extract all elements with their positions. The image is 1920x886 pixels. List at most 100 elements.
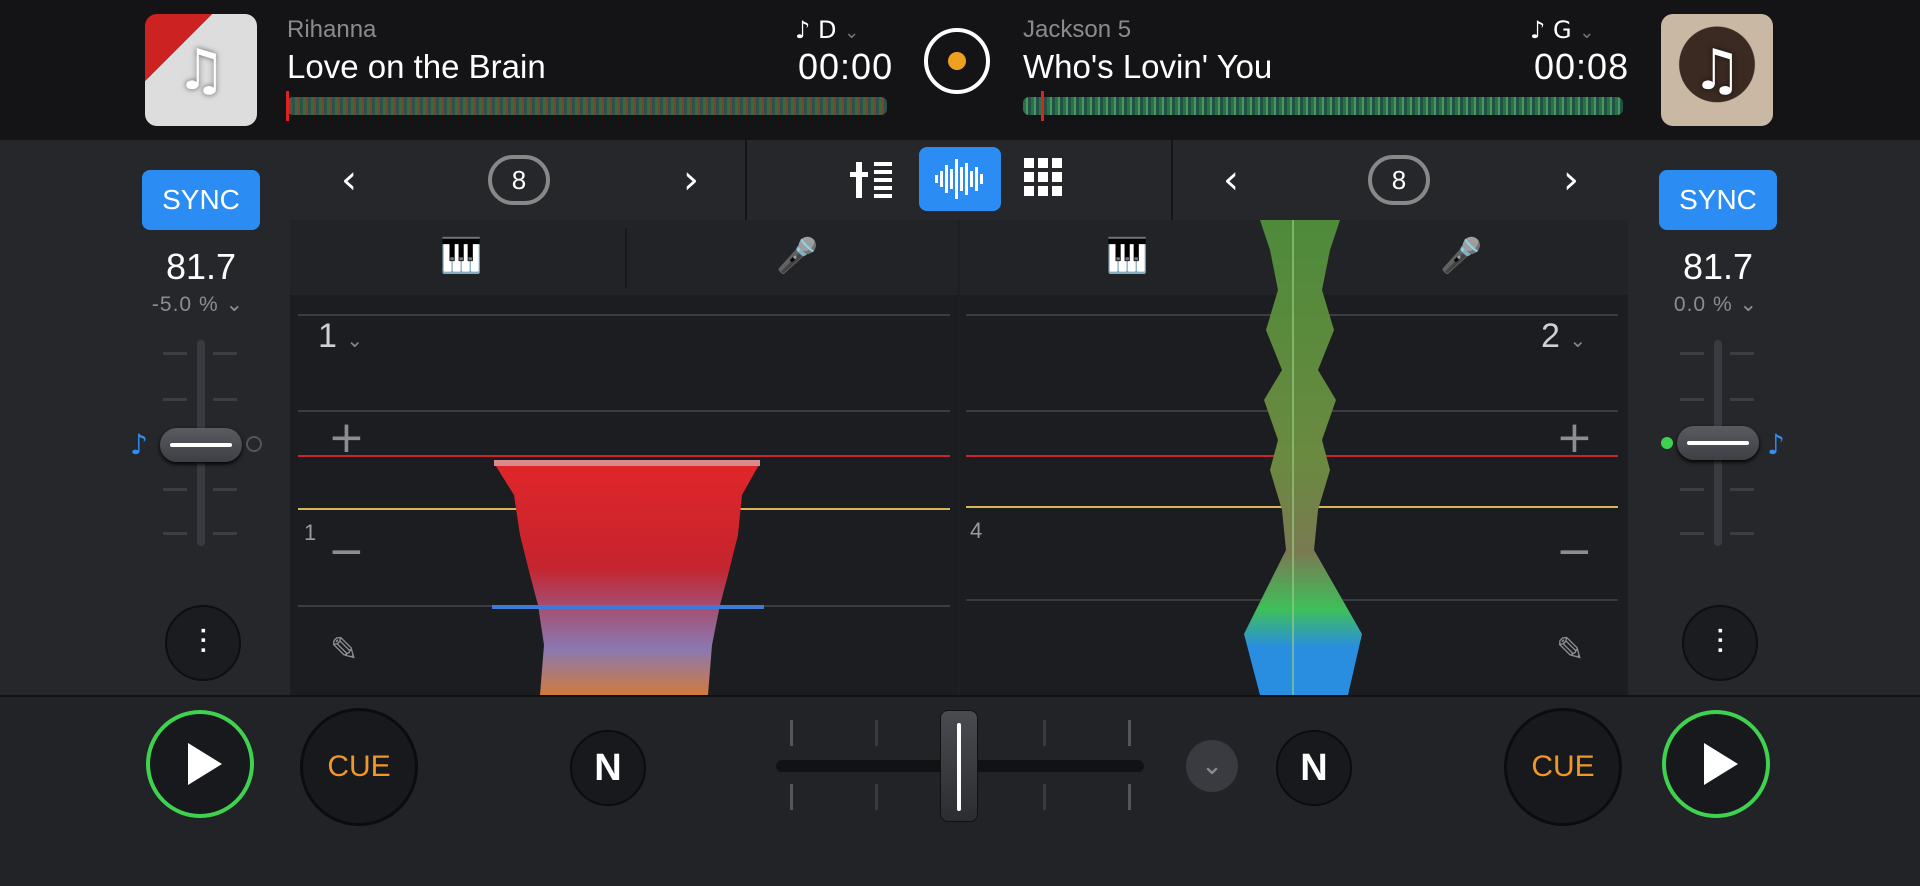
neural-mix-icon: N: [1300, 746, 1328, 789]
deck-a-pitch-value: -5.0 %: [151, 293, 219, 316]
sliders-icon: ⫶: [1715, 623, 1725, 663]
deck-b-next-button[interactable]: ›: [1548, 150, 1594, 210]
deck-a-neural-mix-button[interactable]: N: [570, 730, 646, 806]
play-icon: [1704, 743, 1738, 785]
deck-b-loop-button[interactable]: 8: [1368, 155, 1430, 205]
deck-a-cue-number: 1: [304, 520, 317, 545]
deck-a-loop-button[interactable]: 8: [488, 155, 550, 205]
deck-a-play-button[interactable]: [146, 710, 254, 818]
deck-b-tempo-handle[interactable]: [1677, 426, 1759, 460]
deck-a-pad-row: [290, 220, 958, 295]
mixer-view-button[interactable]: [850, 158, 896, 202]
deck-b-waveform: [1244, 220, 1362, 695]
deck-a-sync-button[interactable]: SYNC: [142, 170, 260, 230]
deck-a-tempo-handle[interactable]: [160, 428, 242, 462]
deck-a-pitch[interactable]: -5.0 % ⌄: [128, 292, 268, 317]
deck-a-album-art[interactable]: ♫: [145, 14, 257, 126]
deck-a-key[interactable]: ♪ D ⌄: [795, 16, 859, 44]
tick: [875, 784, 878, 810]
tick: [875, 720, 878, 746]
tick: [790, 784, 793, 810]
deck-b-cue-number: 4: [970, 518, 983, 543]
grid-view-button[interactable]: [1024, 158, 1064, 198]
deck-b-pitch-indicator: [1661, 437, 1673, 449]
tick: [1730, 398, 1754, 401]
deck-b-zoom-in[interactable]: +: [1556, 412, 1593, 463]
divider: [1171, 140, 1173, 220]
tick: [163, 532, 187, 535]
deck-a-time: 00:00: [798, 46, 894, 87]
chevron-down-icon: ⌄: [346, 330, 364, 352]
tick: [1128, 720, 1131, 746]
tick: [1680, 488, 1704, 491]
key-lock-icon[interactable]: ♪: [1767, 428, 1785, 461]
deck-b-pitch-value: 0.0 %: [1673, 293, 1733, 316]
pencil-icon[interactable]: ✎: [330, 630, 359, 670]
music-note-icon: ♫: [1691, 37, 1743, 103]
tick: [213, 532, 237, 535]
deck-b-loop-size: 8: [1391, 164, 1407, 195]
tick: [213, 488, 237, 491]
crossfader-handle[interactable]: [940, 710, 978, 822]
tick: [213, 398, 237, 401]
tick: [1730, 352, 1754, 355]
deck-b-playhead: [1041, 91, 1044, 121]
deck-b-overview-waveform[interactable]: [1023, 97, 1623, 115]
music-note-icon: ♫: [175, 37, 227, 103]
deck-a-title: Love on the Brain: [287, 48, 546, 85]
tick: [1680, 398, 1704, 401]
deck-b-number-value: 2: [1541, 317, 1560, 355]
deck-b-play-button[interactable]: [1662, 710, 1770, 818]
deck-a-loop-size: 8: [511, 164, 527, 195]
deck-a-overview-waveform[interactable]: [287, 97, 887, 115]
piano-icon[interactable]: 🎹: [440, 236, 482, 276]
deck-b-zoom-out[interactable]: −: [1556, 526, 1593, 577]
deck-a-key-value: D: [817, 16, 837, 44]
music-note-icon: ♪: [795, 16, 811, 44]
deck-b-sync-button[interactable]: SYNC: [1659, 170, 1777, 230]
djay-logo-button[interactable]: [924, 28, 990, 94]
deck-b-time: 00:08: [1534, 46, 1630, 87]
deck-a-cue-button[interactable]: CUE: [300, 708, 418, 826]
deck-b-artist: Jackson 5: [1023, 16, 1132, 43]
tick: [1128, 784, 1131, 810]
waveform-view-button[interactable]: [919, 147, 1001, 211]
deck-b-pitch[interactable]: 0.0 % ⌄: [1646, 292, 1786, 317]
piano-icon[interactable]: 🎹: [1106, 236, 1148, 276]
waveform-icon: [935, 159, 983, 199]
pencil-icon[interactable]: ✎: [1556, 630, 1585, 670]
microphone-icon[interactable]: 🎤: [1440, 236, 1482, 276]
crossfader-options-button[interactable]: ⌄: [1186, 740, 1238, 792]
deck-a-number[interactable]: 1 ⌄: [318, 317, 363, 356]
tick: [1680, 352, 1704, 355]
deck-a-zoom-out[interactable]: −: [328, 526, 365, 577]
deck-b-bpm: 81.7: [1682, 246, 1754, 287]
key-lock-icon[interactable]: ♪: [130, 428, 148, 461]
deck-a-eq-button[interactable]: ⫶: [165, 605, 241, 681]
tick: [1730, 488, 1754, 491]
play-icon: [188, 743, 222, 785]
tick: [163, 352, 187, 355]
deck-b-prev-button[interactable]: ‹: [1208, 150, 1254, 210]
microphone-icon[interactable]: 🎤: [776, 236, 818, 276]
deck-b-key-value: G: [1552, 16, 1572, 44]
chevron-down-icon: ⌄: [1201, 751, 1223, 781]
tick: [163, 398, 187, 401]
chevron-down-icon: ⌄: [1579, 22, 1595, 43]
deck-b-album-art[interactable]: ♫: [1661, 14, 1773, 126]
tick: [1043, 784, 1046, 810]
deck-b-neural-mix-button[interactable]: N: [1276, 730, 1352, 806]
deck-b-number[interactable]: 2 ⌄: [1541, 317, 1586, 356]
deck-a-pitch-indicator: [246, 436, 262, 452]
chevron-down-icon: ⌄: [1569, 330, 1587, 352]
deck-b-title: Who's Lovin' You: [1023, 48, 1273, 85]
deck-a-playhead: [286, 91, 289, 121]
deck-a-next-button[interactable]: ›: [668, 150, 714, 210]
deck-a-prev-button[interactable]: ‹: [326, 150, 372, 210]
deck-b-cue-button[interactable]: CUE: [1504, 708, 1622, 826]
deck-a-zoom-in[interactable]: +: [328, 412, 365, 463]
tick: [790, 720, 793, 746]
deck-b-eq-button[interactable]: ⫶: [1682, 605, 1758, 681]
deck-b-key[interactable]: ♪ G ⌄: [1530, 16, 1594, 44]
chevron-down-icon: ⌄: [1739, 293, 1759, 316]
